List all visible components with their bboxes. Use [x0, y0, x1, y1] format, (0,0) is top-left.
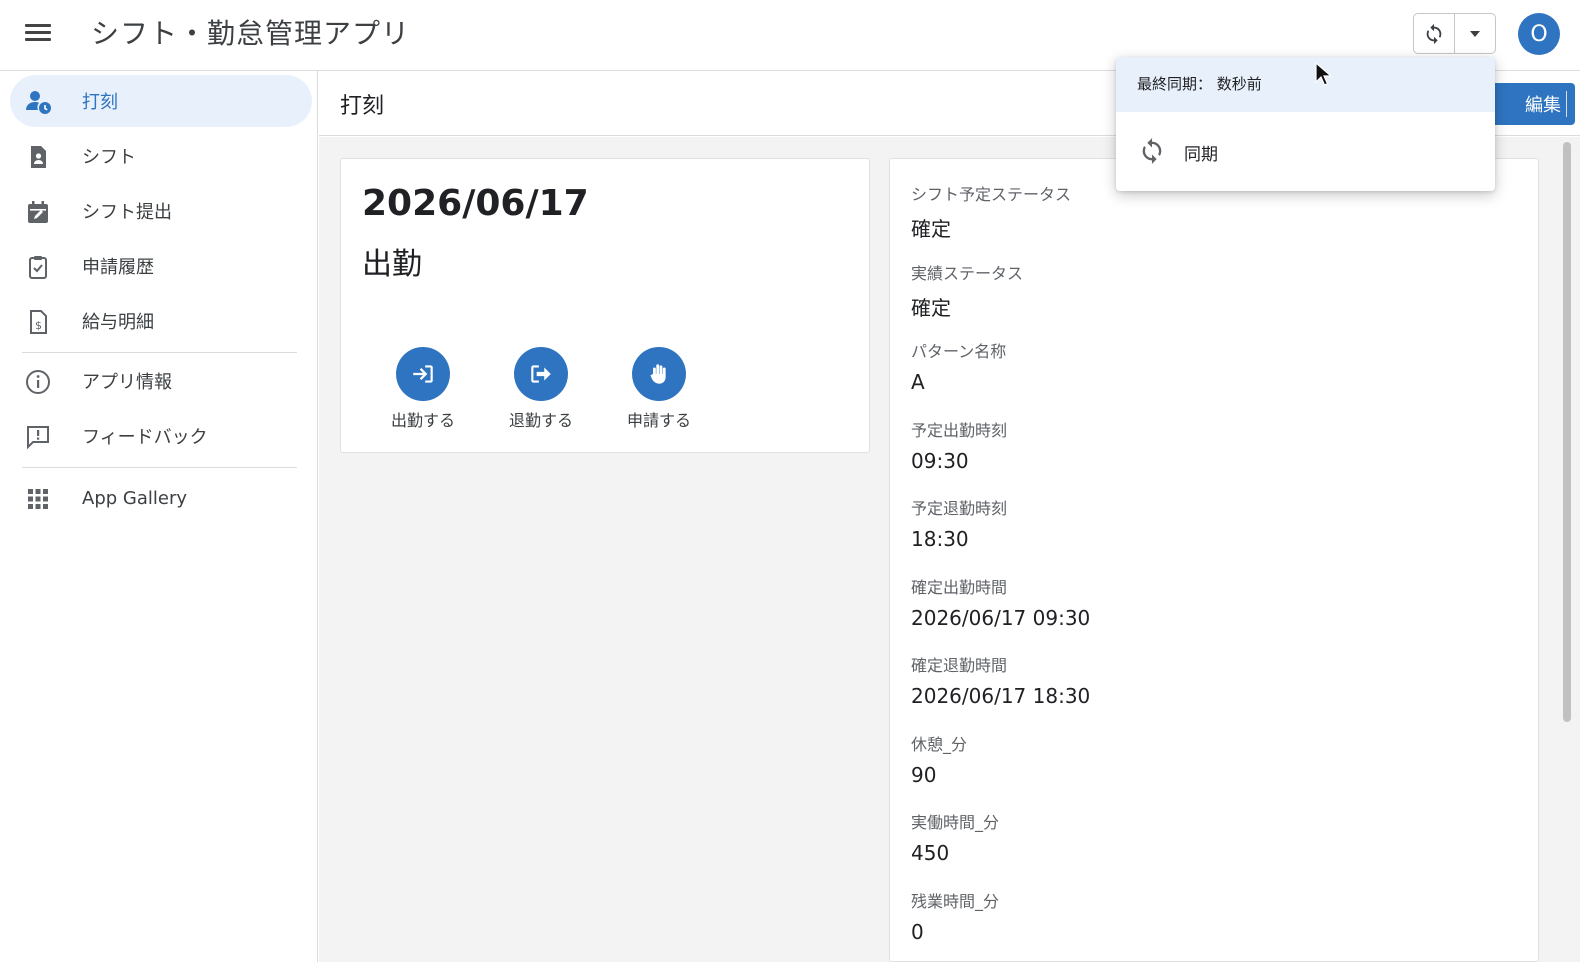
detail-field: 予定出勤時刻 09:30	[911, 417, 1007, 473]
sidebar-item-label: シフト提出	[82, 202, 172, 223]
field-label: 予定退勤時刻	[911, 499, 1008, 518]
sidebar-item-payslip[interactable]: $ 給与明細	[10, 295, 312, 347]
detail-field: 実働時間_分 450	[911, 809, 999, 865]
field-label: パターン名称	[911, 342, 1007, 361]
field-value: 確定	[911, 296, 951, 320]
sync-button[interactable]	[1414, 14, 1455, 53]
punch-card: 2026/06/17 出勤 出勤する 退勤する 申請する	[340, 158, 870, 453]
sidebar: 打刻 シフト シフト提出 申請履歴 $ 給与明細 アプリ情報 フィードバック A…	[0, 71, 318, 962]
detail-field: 確定退勤時間 2026/06/17 18:30	[911, 652, 1090, 708]
sidebar-item-shift-submit[interactable]: シフト提出	[10, 185, 312, 237]
detail-field: パターン名称 A	[911, 338, 1006, 394]
sync-menu: 最終同期： 数秒前 同期	[1116, 57, 1495, 191]
caret-down-icon	[1470, 30, 1480, 37]
scrollbar-thumb[interactable]	[1563, 142, 1571, 722]
sidebar-item-label: 打刻	[82, 92, 118, 113]
sidebar-item-label: シフト	[82, 147, 136, 168]
sidebar-item-shift[interactable]: シフト	[10, 130, 312, 182]
clock-in-button[interactable]: 出勤する	[378, 347, 468, 431]
page-title: 打刻	[340, 94, 385, 119]
field-value: A	[911, 370, 925, 394]
sync-button-group	[1413, 13, 1496, 54]
sync-icon	[1142, 138, 1162, 164]
sidebar-item-feedback[interactable]: フィードバック	[10, 410, 312, 462]
document-person-icon	[31, 146, 46, 168]
field-value: 2026/06/17 18:30	[911, 684, 1091, 708]
field-value: 2026/06/17 09:30	[911, 606, 1091, 630]
receipt-dollar-icon: $	[30, 310, 47, 334]
shift-details-card: シフト予定ステータス 確定 実績ステータス 確定 パターン名称 A 予定出勤時刻…	[889, 158, 1539, 962]
info-icon	[26, 370, 50, 394]
sidebar-item-punch[interactable]: 打刻	[10, 75, 312, 127]
avatar[interactable]: O	[1518, 13, 1560, 55]
field-label: 休憩_分	[911, 735, 968, 754]
sidebar-divider	[22, 467, 297, 468]
field-value: 09:30	[911, 449, 969, 473]
sidebar-item-label: 申請履歴	[82, 257, 154, 278]
mouse-cursor-icon	[1315, 62, 1333, 86]
sync-menu-item[interactable]: 同期	[1116, 127, 1495, 175]
feedback-icon	[27, 426, 49, 450]
request-button[interactable]: 申請する	[614, 347, 704, 431]
scrollbar[interactable]	[1560, 140, 1574, 962]
svg-text:$: $	[35, 319, 42, 332]
menu-icon[interactable]	[22, 20, 54, 48]
sync-menu-header: 最終同期： 数秒前	[1116, 57, 1495, 112]
hand-icon	[650, 364, 666, 384]
field-label: 確定退勤時間	[911, 656, 1008, 675]
detail-field: 確定出勤時間 2026/06/17 09:30	[911, 574, 1090, 630]
clock-in-label: 出勤する	[390, 411, 455, 430]
field-label: シフト予定ステータス	[911, 185, 1072, 204]
sidebar-item-label: アプリ情報	[82, 372, 172, 393]
detail-field: 実績ステータス 確定	[911, 260, 1023, 321]
sidebar-item-request-history[interactable]: 申請履歴	[10, 240, 312, 292]
clock-out-label: 退勤する	[508, 411, 573, 430]
detail-field: 残業時間_分 0	[911, 888, 999, 944]
detail-field: 予定退勤時刻 18:30	[911, 495, 1007, 551]
field-value: 450	[911, 841, 950, 865]
detail-field: シフト予定ステータス 確定	[911, 181, 1071, 242]
clock-in-icon	[413, 365, 433, 383]
field-label: 残業時間_分	[911, 892, 1000, 911]
sidebar-item-label: App Gallery	[82, 487, 187, 509]
sync-dropdown-button[interactable]	[1455, 14, 1495, 53]
field-label: 実績ステータス	[911, 264, 1024, 283]
field-value: 確定	[911, 217, 951, 241]
clock-out-button[interactable]: 退勤する	[496, 347, 586, 431]
punch-date: 2026/06/17	[362, 183, 589, 224]
app-title: シフト・勤怠管理アプリ	[91, 17, 411, 50]
sync-icon	[1426, 23, 1442, 44]
header-divider	[1566, 91, 1567, 117]
field-value: 18:30	[911, 527, 969, 551]
sidebar-item-app-info[interactable]: アプリ情報	[10, 355, 312, 407]
calendar-edit-icon	[28, 201, 48, 223]
person-clock-icon	[26, 91, 51, 114]
sidebar-item-label: フィードバック	[82, 427, 208, 448]
field-label: 予定出勤時刻	[911, 421, 1008, 440]
field-value: 90	[911, 763, 937, 787]
last-sync-text: 最終同期： 数秒前	[1137, 75, 1262, 93]
apps-grid-icon	[28, 489, 48, 509]
punch-status: 出勤	[362, 247, 422, 282]
field-value: 0	[911, 920, 924, 944]
field-label: 確定出勤時間	[911, 578, 1008, 597]
request-label: 申請する	[626, 411, 691, 430]
sidebar-divider	[22, 352, 297, 353]
sync-menu-label: 同期	[1184, 145, 1218, 165]
sidebar-item-app-gallery[interactable]: App Gallery	[10, 472, 312, 524]
field-label: 実働時間_分	[911, 813, 1000, 832]
clock-out-icon	[531, 365, 551, 383]
sidebar-item-label: 給与明細	[82, 312, 154, 333]
detail-field: 休憩_分 90	[911, 731, 967, 787]
clipboard-check-icon	[29, 256, 47, 279]
